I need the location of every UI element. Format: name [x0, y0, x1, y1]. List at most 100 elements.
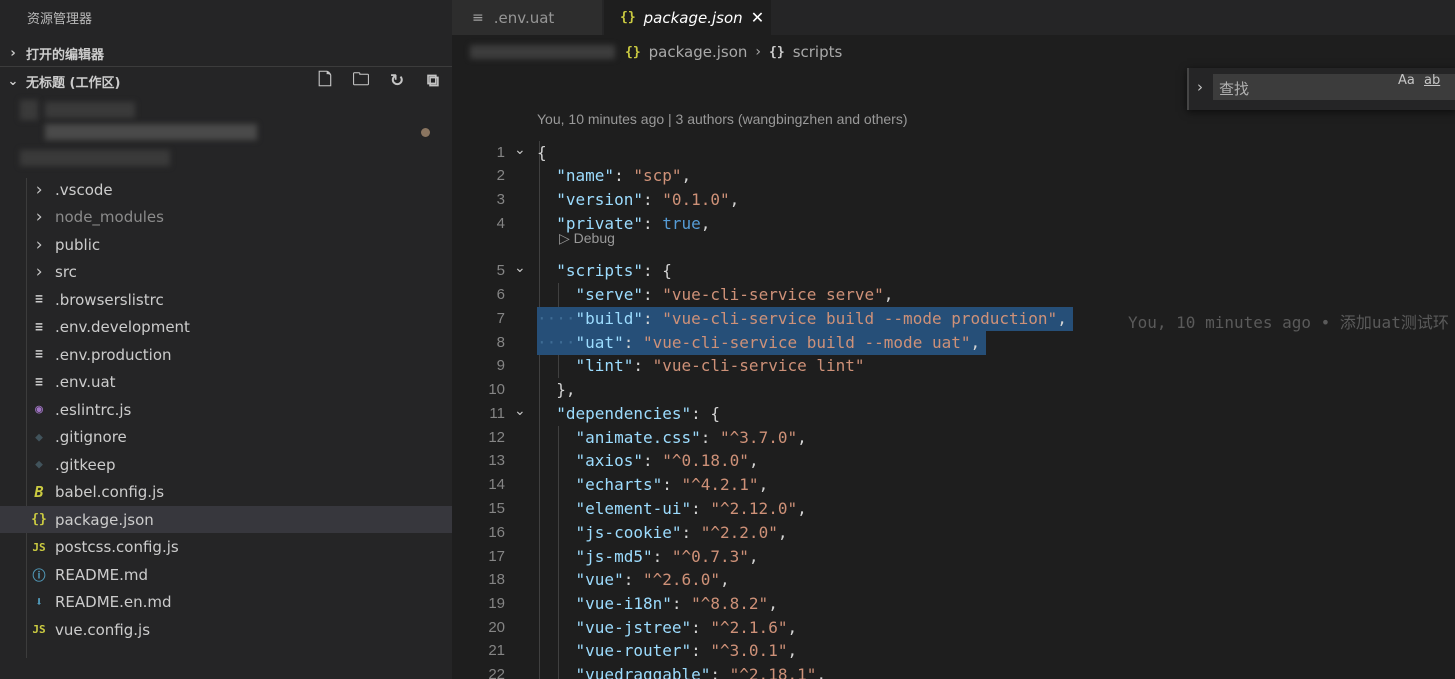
- code-line[interactable]: 16 "js-cookie": "^2.2.0",: [452, 521, 1455, 545]
- tree-item-gitignore[interactable]: ◆ .gitignore: [0, 424, 452, 451]
- code-line[interactable]: 15 "element-ui": "^2.12.0",: [452, 497, 1455, 521]
- tree-item-readme-md[interactable]: ⓘ README.md: [0, 561, 452, 588]
- chevron-right-icon[interactable]: ›: [1197, 78, 1203, 96]
- refresh-icon[interactable]: ↻: [386, 71, 408, 91]
- fold-chevron-icon[interactable]: ⌄: [514, 142, 526, 158]
- code-text: "vue-jstree": "^2.1.6",: [537, 618, 798, 637]
- code-line[interactable]: 17 "js-md5": "^0.7.3",: [452, 545, 1455, 569]
- text-file-icon: ≡: [35, 319, 43, 335]
- tree-item-env-uat[interactable]: ≡ .env.uat: [0, 369, 452, 396]
- tree-item-env-development[interactable]: ≡ .env.development: [0, 314, 452, 341]
- breadcrumb-symbol[interactable]: scripts: [793, 43, 843, 61]
- fold-chevron-icon[interactable]: ⌄: [514, 403, 526, 419]
- code-line[interactable]: 3 "version": "0.1.0",: [452, 188, 1455, 212]
- git-blame-annotation: You, 10 minutes ago • 添加uat测试环: [1128, 313, 1449, 332]
- line-number: 16: [488, 524, 505, 541]
- tree-item-postcss-config-js[interactable]: JS postcss.config.js: [0, 534, 452, 561]
- tree-item-browserslistrc[interactable]: ≡ .browserslistrc: [0, 286, 452, 313]
- code-editor[interactable]: You, 10 minutes ago | 3 authors (wangbin…: [452, 100, 1455, 679]
- code-token: ,: [797, 428, 807, 447]
- code-token: "serve": [575, 285, 643, 304]
- tree-item-gitkeep[interactable]: ◆ .gitkeep: [0, 451, 452, 478]
- code-line[interactable]: 6 "serve": "vue-cli-service serve",: [452, 283, 1455, 307]
- workspace-section[interactable]: ⌄ 无标题 (工作区) 🗋 🗀 ↻ ⧉: [0, 68, 452, 94]
- code-line[interactable]: 14 "echarts": "^4.2.1",: [452, 473, 1455, 497]
- breadcrumb-file[interactable]: package.json: [649, 43, 748, 61]
- tab-package-json[interactable]: {} package.json ✕: [604, 0, 771, 35]
- code-text: "dependencies": {: [537, 404, 720, 423]
- code-line[interactable]: 20 "vue-jstree": "^2.1.6",: [452, 616, 1455, 640]
- blurred-content: [20, 100, 38, 120]
- code-token: :: [623, 333, 643, 352]
- fold-chevron-icon[interactable]: ⌄: [514, 260, 526, 276]
- tab-label: package.json: [643, 8, 743, 27]
- line-number: 12: [488, 429, 505, 446]
- code-token: "vue-jstree": [575, 618, 692, 637]
- code-line[interactable]: 13 "axios": "^0.18.0",: [452, 449, 1455, 473]
- code-token: :: [642, 309, 663, 328]
- open-editors-label: 打开的编辑器: [26, 47, 105, 63]
- match-case-button[interactable]: Aa: [1398, 73, 1415, 88]
- line-number: 2: [496, 167, 505, 184]
- new-file-icon[interactable]: 🗋: [314, 67, 336, 96]
- tree-item-babel-config-js[interactable]: Bbabel.config.js: [0, 479, 452, 506]
- tree-item-readme-en-md[interactable]: ⬇ README.en.md: [0, 589, 452, 616]
- code-line[interactable]: 18 "vue": "^2.6.0",: [452, 568, 1455, 592]
- code-text: "scripts": {: [537, 261, 672, 280]
- code-text: "lint": "vue-cli-service lint": [537, 356, 865, 375]
- code-line[interactable]: 19 "vue-i18n": "^8.8.2",: [452, 592, 1455, 616]
- line-number: 14: [488, 476, 505, 493]
- tree-item-env-production[interactable]: ≡ .env.production: [0, 341, 452, 368]
- collapse-all-icon[interactable]: ⧉: [422, 71, 444, 91]
- code-line[interactable]: 4 "private": true,: [452, 212, 1455, 236]
- code-line[interactable]: 21 "vue-router": "^3.0.1",: [452, 639, 1455, 663]
- tree-item-public[interactable]: › public: [0, 231, 452, 258]
- line-number: 22: [488, 666, 505, 679]
- code-token: "vue": [575, 570, 624, 589]
- code-text: "private": true,: [537, 214, 710, 233]
- code-line[interactable]: 1 ⌄ {: [452, 141, 1455, 165]
- tree-item-src[interactable]: › src: [0, 259, 452, 286]
- tree-item-label: babel.config.js: [55, 483, 165, 501]
- code-token: "element-ui": [575, 499, 692, 518]
- code-text: "echarts": "^4.2.1",: [537, 475, 769, 494]
- code-token: :: [700, 428, 721, 447]
- code-token: "scripts": [556, 261, 643, 280]
- code-line[interactable]: 8 ····"uat": "vue-cli-service build --mod…: [452, 331, 1455, 355]
- close-icon[interactable]: ✕: [751, 8, 764, 27]
- code-token: ,: [748, 451, 759, 470]
- code-line[interactable]: 10 },: [452, 378, 1455, 402]
- code-line[interactable]: 2 "name": "scp",: [452, 164, 1455, 188]
- code-line[interactable]: 11 ⌄ "dependencies": {: [452, 402, 1455, 426]
- code-line[interactable]: 12 "animate.css": "^3.7.0",: [452, 426, 1455, 450]
- code-token: "vue-cli-service build --mode uat": [642, 333, 971, 352]
- tree-item-eslintrc-js[interactable]: ◉ .eslintrc.js: [0, 396, 452, 423]
- code-line[interactable]: 22 "vuedraggable": "^2.18.1",: [452, 663, 1455, 679]
- tree-item-vscode[interactable]: › .vscode: [0, 176, 452, 203]
- code-token: :: [642, 451, 663, 470]
- tab-env-uat[interactable]: ≡ .env.uat: [452, 0, 602, 35]
- tree-item-node-modules[interactable]: › node_modules: [0, 204, 452, 231]
- line-number: 11: [489, 405, 505, 422]
- tree-item-label: .browserslistrc: [55, 290, 164, 309]
- code-line[interactable]: 5 ⌄ "scripts": {: [452, 259, 1455, 283]
- codelens-authors[interactable]: You, 10 minutes ago | 3 authors (wangbin…: [537, 111, 907, 127]
- new-folder-icon[interactable]: 🗀: [350, 67, 372, 96]
- code-line[interactable]: 7 ····"build": "vue-cli-service build --m…: [452, 307, 1455, 332]
- tree-item-package-json[interactable]: {} package.json: [0, 506, 452, 533]
- code-token: ,: [729, 190, 740, 209]
- code-token: },: [556, 380, 576, 399]
- tree-item-vue-config-js[interactable]: JS vue.config.js: [0, 616, 452, 643]
- code-token: "vuedraggable": [575, 665, 711, 679]
- open-editors-section[interactable]: › 打开的编辑器: [0, 40, 452, 66]
- find-input[interactable]: 查找: [1213, 74, 1455, 100]
- code-token: :: [652, 547, 672, 566]
- blurred-content: [20, 150, 170, 166]
- code-line[interactable]: 9 "lint": "vue-cli-service lint": [452, 354, 1455, 378]
- json-file-icon: {}: [620, 10, 636, 25]
- match-whole-word-button[interactable]: ab: [1424, 73, 1440, 88]
